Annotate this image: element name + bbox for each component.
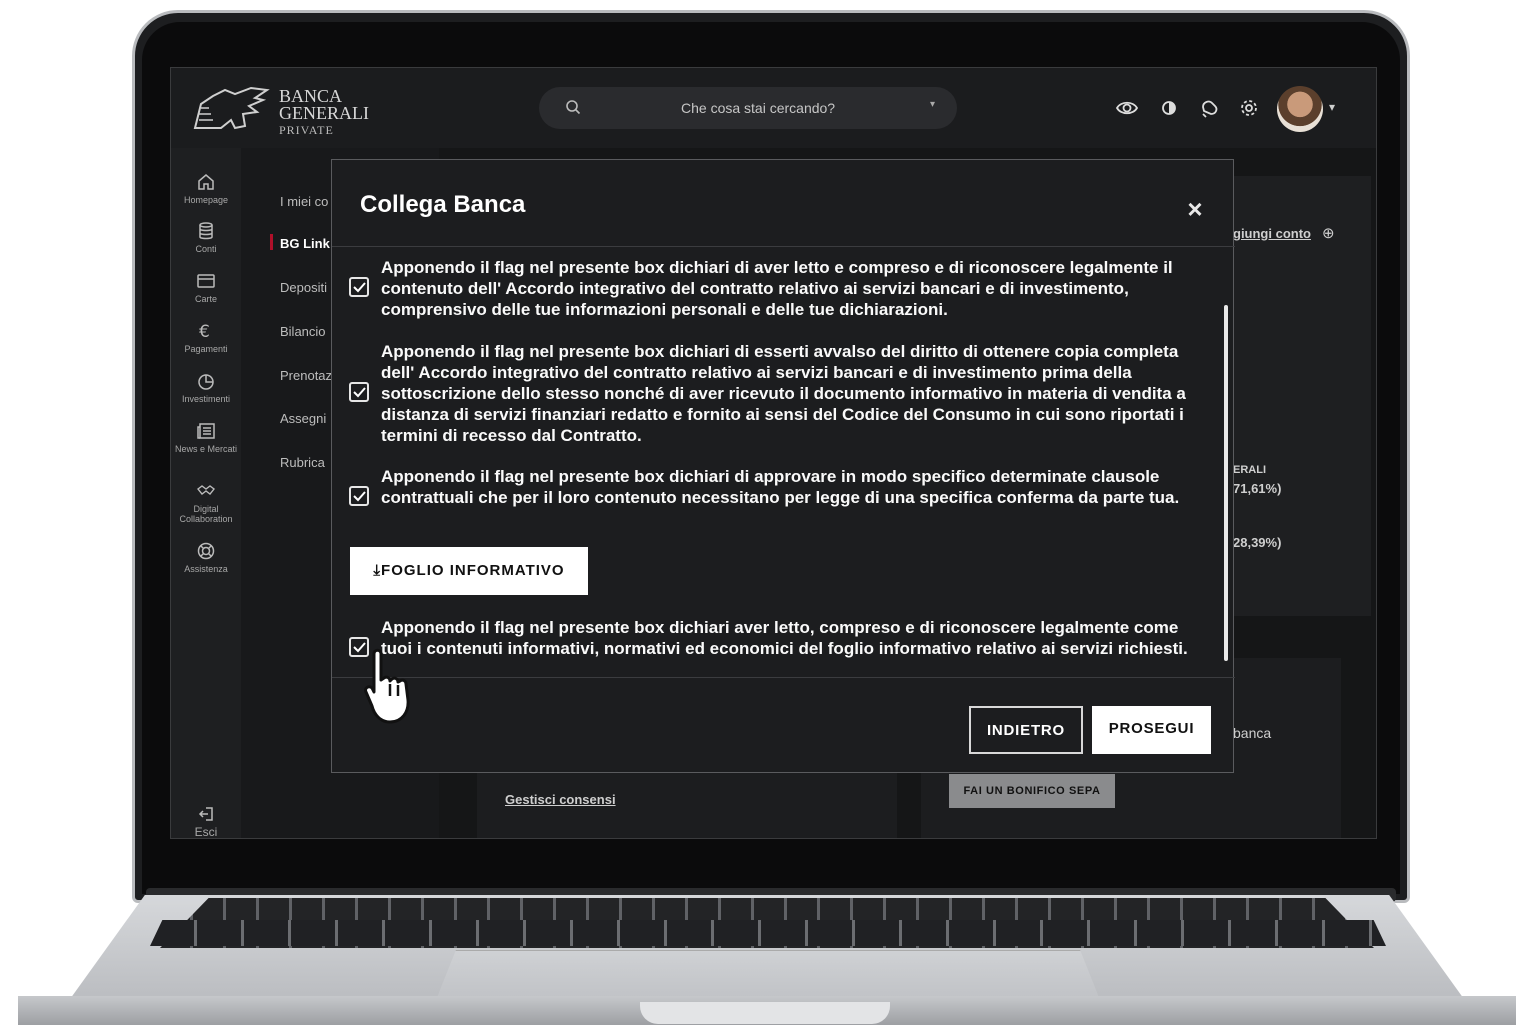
trackpad bbox=[436, 950, 1100, 1000]
modal-title: Collega Banca bbox=[360, 191, 526, 218]
consent-text: Apponendo il flag nel presente box dichi… bbox=[381, 618, 1188, 658]
checkmark-icon bbox=[353, 282, 366, 293]
search-icon bbox=[566, 100, 581, 115]
consent-checkbox[interactable] bbox=[349, 382, 369, 402]
back-button[interactable]: INDIETRO bbox=[969, 706, 1083, 754]
add-account-link[interactable]: giungi conto bbox=[1233, 226, 1311, 241]
rail-label: Conti bbox=[195, 244, 217, 254]
consent-text: Apponendo il flag nel presente box dichi… bbox=[381, 467, 1180, 507]
submenu-item[interactable]: Rubrica bbox=[280, 455, 325, 470]
database-icon bbox=[199, 222, 213, 240]
brand-line-2: GENERALI bbox=[279, 103, 369, 123]
search-placeholder: Che cosa stai cercando? bbox=[681, 100, 836, 116]
brand-line-3: PRIVATE bbox=[279, 123, 334, 137]
rail-item-digital-collaboration[interactable]: Digital Collaboration bbox=[171, 481, 241, 524]
rail-label: Carte bbox=[194, 294, 217, 304]
manage-consents-link[interactable]: Gestisci consensi bbox=[505, 792, 616, 807]
rail-label: Assistenza bbox=[184, 564, 228, 574]
side-navigation: Homepage Conti Carte € Pagamenti Investi… bbox=[171, 148, 241, 839]
rail-item-conti[interactable]: Conti bbox=[171, 221, 241, 254]
search-input[interactable]: Che cosa stai cercando? ▾ bbox=[539, 87, 957, 129]
news-icon bbox=[197, 423, 215, 439]
rail-item-carte[interactable]: Carte bbox=[171, 271, 241, 304]
submenu-item[interactable]: Assegni bbox=[280, 411, 326, 426]
download-foglio-button[interactable]: ⤓FOGLIO INFORMATIVO bbox=[350, 547, 588, 595]
logout-button[interactable]: Esci bbox=[171, 804, 241, 839]
divider bbox=[332, 677, 1235, 678]
checkmark-icon bbox=[353, 491, 366, 502]
contrast-icon[interactable] bbox=[1157, 96, 1181, 120]
legend-label: ERALI bbox=[1233, 464, 1266, 476]
checkmark-icon bbox=[353, 387, 366, 398]
legend-value: 28,39%) bbox=[1233, 535, 1282, 550]
consent-text: Apponendo il flag nel presente box dichi… bbox=[381, 258, 1173, 319]
euro-icon: € bbox=[199, 322, 210, 341]
rail-label: News e Mercati bbox=[174, 444, 237, 454]
rail-label: Investimenti bbox=[181, 394, 231, 404]
rail-item-investimenti[interactable]: Investimenti bbox=[171, 371, 241, 404]
rail-item-homepage[interactable]: Homepage bbox=[171, 172, 241, 205]
rail-item-pagamenti[interactable]: € Pagamenti bbox=[171, 321, 241, 354]
sepa-transfer-button[interactable]: FAI UN BONIFICO SEPA bbox=[949, 774, 1115, 808]
rail-item-assistenza[interactable]: Assistenza bbox=[171, 541, 241, 574]
bank-text: banca bbox=[1233, 725, 1272, 741]
eye-icon[interactable] bbox=[1115, 96, 1139, 120]
rail-item-news[interactable]: News e Mercati bbox=[171, 421, 241, 454]
legend-value: 71,61%) bbox=[1233, 481, 1282, 496]
brand-logo: BANCA GENERALI PRIVATE bbox=[279, 87, 369, 139]
rail-label: Homepage bbox=[183, 195, 229, 205]
scrollbar[interactable] bbox=[1224, 305, 1228, 661]
consent-text: Apponendo il flag nel presente box dichi… bbox=[381, 342, 1186, 445]
download-label: FOGLIO INFORMATIVO bbox=[381, 562, 565, 579]
laptop-notch bbox=[640, 1002, 890, 1024]
submenu-item[interactable]: Prenotaz bbox=[280, 368, 332, 383]
avatar[interactable] bbox=[1277, 86, 1323, 132]
divider bbox=[332, 246, 1235, 247]
screen: BANCA GENERALI PRIVATE Che cosa stai cer… bbox=[170, 67, 1377, 839]
handshake-icon bbox=[197, 485, 215, 495]
consent-checkbox[interactable] bbox=[349, 486, 369, 506]
pie-chart-icon bbox=[198, 374, 214, 390]
submenu-item[interactable]: Depositi bbox=[280, 280, 327, 295]
logout-icon bbox=[198, 807, 213, 821]
collega-banca-modal: Collega Banca × Apponendo il flag nel pr… bbox=[331, 159, 1235, 773]
svg-text:€: € bbox=[199, 322, 210, 341]
home-icon bbox=[198, 174, 214, 190]
active-indicator bbox=[270, 234, 273, 250]
submenu-item[interactable]: Bilancio bbox=[280, 324, 326, 339]
close-icon[interactable]: × bbox=[1184, 196, 1206, 222]
bell-icon[interactable] bbox=[1197, 96, 1221, 120]
submenu-item[interactable]: I miei co bbox=[280, 194, 328, 209]
hand-pointer-icon bbox=[364, 648, 410, 724]
consent-checkbox[interactable] bbox=[349, 277, 369, 297]
rail-label: Pagamenti bbox=[184, 344, 228, 354]
add-circle-icon[interactable]: ⊕ bbox=[1322, 224, 1335, 242]
rail-label: Digital Collaboration bbox=[179, 504, 233, 524]
lion-logo-icon bbox=[193, 86, 270, 130]
keyboard-row bbox=[150, 920, 1386, 946]
app-header: BANCA GENERALI PRIVATE Che cosa stai cer… bbox=[171, 68, 1376, 148]
submenu-item-active[interactable]: BG Link bbox=[280, 236, 330, 251]
laptop-mockup: BANCA GENERALI PRIVATE Che cosa stai cer… bbox=[0, 0, 1534, 1025]
continue-button[interactable]: PROSEGUI bbox=[1092, 706, 1211, 754]
chevron-down-icon[interactable]: ▾ bbox=[1329, 100, 1335, 114]
logout-label: Esci bbox=[194, 825, 218, 839]
card-icon bbox=[197, 274, 215, 288]
download-icon: ⤓ bbox=[373, 562, 382, 579]
search-dropdown-icon[interactable]: ▾ bbox=[930, 99, 935, 110]
gear-icon[interactable] bbox=[1237, 96, 1261, 120]
lifebuoy-icon bbox=[197, 542, 215, 560]
